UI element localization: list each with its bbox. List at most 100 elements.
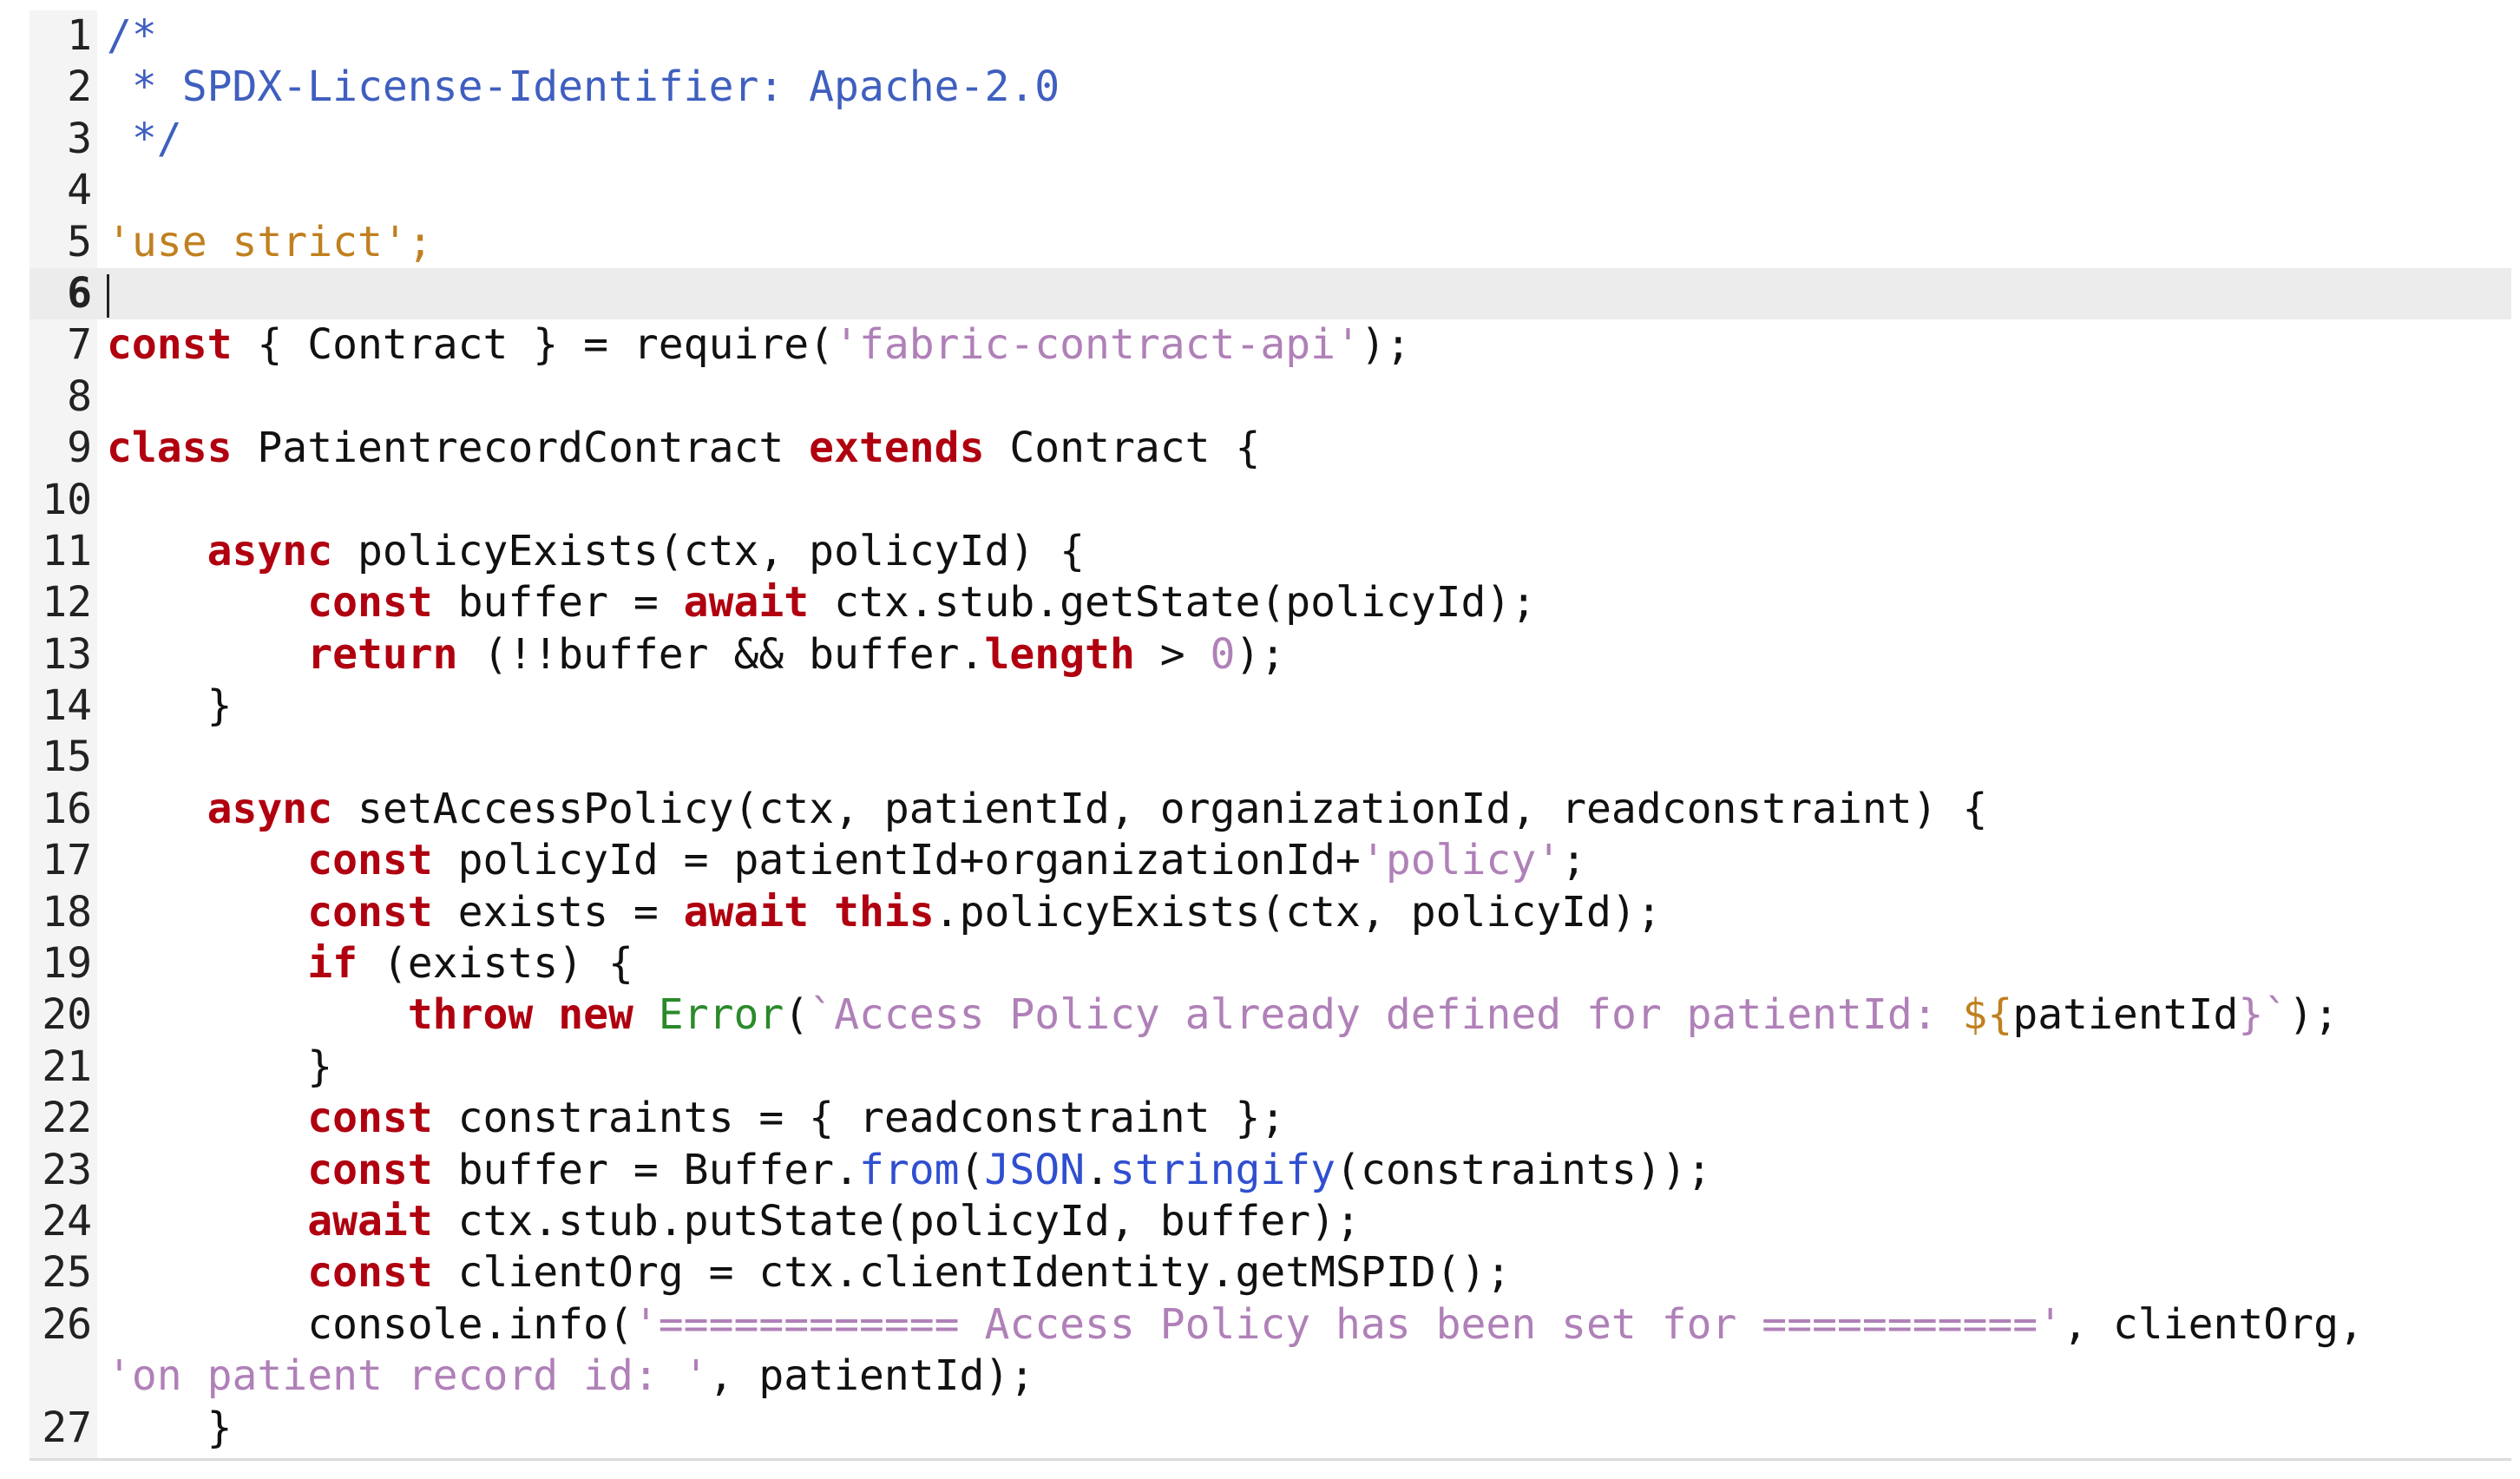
code-token: const (307, 836, 433, 884)
code-token (107, 578, 307, 627)
code-token: , patientId); (709, 1351, 1035, 1400)
code-line[interactable]: 9class PatientrecordContract extends Con… (30, 423, 2511, 474)
line-number: 7 (30, 319, 92, 371)
code-token: await (684, 578, 810, 627)
code-line[interactable]: 5'use strict'; (30, 217, 2511, 268)
code-line[interactable]: 'on patient record id: ', patientId); (30, 1351, 2511, 1402)
line-number: 4 (30, 165, 92, 216)
code-token: 'policy' (1361, 836, 1561, 884)
code-token: patientId (2012, 990, 2238, 1039)
line-code: async policyExists(ctx, policyId) { (107, 526, 1085, 577)
code-line[interactable]: 22 const constraints = { readconstraint … (30, 1093, 2511, 1144)
line-code: const { Contract } = require('fabric-con… (107, 319, 1411, 371)
code-token: console.info( (107, 1300, 633, 1349)
line-code: return (!!buffer && buffer.length > 0); (107, 629, 1285, 680)
line-code: /* (107, 10, 157, 62)
code-token: length (984, 630, 1134, 679)
line-code: } (107, 1042, 332, 1093)
code-line[interactable]: 16 async setAccessPolicy(ctx, patientId,… (30, 784, 2511, 835)
line-code: await ctx.stub.putState(policyId, buffer… (107, 1196, 1361, 1247)
line-number: 5 (30, 217, 92, 268)
code-token (107, 1197, 307, 1246)
code-token (107, 527, 207, 575)
code-token: const (307, 1248, 433, 1297)
code-token: extends (809, 424, 984, 472)
code-line[interactable]: 21 } (30, 1042, 2511, 1093)
code-line[interactable]: 20 throw new Error(`Access Policy alread… (30, 989, 2511, 1041)
code-token: (!!buffer && buffer. (458, 630, 985, 679)
code-token: await (684, 888, 810, 937)
line-number: 19 (30, 938, 92, 989)
code-token (107, 1146, 307, 1194)
code-line[interactable]: 27 } (30, 1403, 2511, 1454)
code-line[interactable]: 11 async policyExists(ctx, policyId) { (30, 526, 2511, 577)
code-token: ctx.stub.putState(policyId, buffer); (433, 1197, 1361, 1246)
code-token: if (307, 939, 358, 988)
code-token (633, 990, 659, 1039)
line-code (107, 268, 109, 319)
code-token: (exists) { (358, 939, 633, 988)
line-number: 14 (30, 680, 92, 732)
text-cursor (107, 274, 109, 318)
line-number: 15 (30, 732, 92, 783)
line-code: * SPDX-License-Identifier: Apache-2.0 (107, 62, 1060, 113)
line-number: 13 (30, 629, 92, 680)
line-number: 6 (30, 268, 92, 319)
code-lines[interactable]: 1 /*2 * SPDX-License-Identifier: Apache-2… (30, 10, 2511, 1454)
code-line[interactable]: 14 } (30, 680, 2511, 732)
code-token (107, 1094, 307, 1142)
line-code: class PatientrecordContract extends Cont… (107, 423, 1260, 474)
line-number: 26 (30, 1299, 92, 1351)
code-line[interactable]: 26 console.info('============ Access Pol… (30, 1299, 2511, 1351)
line-number: 1 (30, 10, 92, 62)
code-line[interactable]: 17 const policyId = patientId+organizati… (30, 835, 2511, 886)
code-line[interactable]: 2 * SPDX-License-Identifier: Apache-2.0 (30, 62, 2511, 113)
line-number: 22 (30, 1093, 92, 1144)
code-token: , clientOrg, (2063, 1300, 2364, 1349)
code-line[interactable]: 7 const { Contract } = require('fabric-co… (30, 319, 2511, 371)
code-line[interactable]: 8 (30, 371, 2511, 423)
line-code: } (107, 1403, 233, 1454)
code-token: throw (408, 990, 534, 1039)
code-line[interactable]: 1 /* (30, 10, 2511, 62)
code-token: const (307, 578, 433, 627)
code-line[interactable]: 19 if (exists) { (30, 938, 2511, 989)
code-token: } (107, 1403, 233, 1452)
code-line[interactable]: 18 const exists = await this.policyExist… (30, 887, 2511, 938)
code-token: async (207, 785, 333, 833)
code-token: (constraints)); (1335, 1146, 1711, 1194)
code-line[interactable]: 4 (30, 165, 2511, 216)
code-token: this (834, 888, 935, 937)
code-line[interactable]: 13 return (!!buffer && buffer.length > 0… (30, 629, 2511, 680)
line-code: throw new Error(`Access Policy already d… (107, 989, 2339, 1041)
current-line[interactable]: 6 (30, 268, 2511, 319)
code-token: } (107, 681, 233, 730)
code-token (107, 990, 408, 1039)
code-token: buffer = Buffer. (433, 1146, 859, 1194)
code-line[interactable]: 3 */ (30, 114, 2511, 165)
line-number: 3 (30, 114, 92, 165)
code-line[interactable]: 24 await ctx.stub.putState(policyId, buf… (30, 1196, 2511, 1247)
code-token (809, 888, 834, 937)
code-token: const (307, 888, 433, 937)
code-token: */ (107, 115, 182, 163)
code-token: ; (1561, 836, 1586, 884)
code-token: stringify (1110, 1146, 1335, 1194)
code-line[interactable]: 12 const buffer = await ctx.stub.getStat… (30, 577, 2511, 628)
code-line[interactable]: 23 const buffer = Buffer.from(JSON.strin… (30, 1145, 2511, 1196)
code-line[interactable]: 25 const clientOrg = ctx.clientIdentity.… (30, 1247, 2511, 1298)
code-line[interactable]: 15 (30, 732, 2511, 783)
code-token: buffer = (433, 578, 684, 627)
code-token: exists = (433, 888, 684, 937)
code-token: setAccessPolicy(ctx, patientId, organiza… (332, 785, 1987, 833)
line-number: 18 (30, 887, 92, 938)
code-editor[interactable]: 1 /*2 * SPDX-License-Identifier: Apache-2… (30, 10, 2511, 1461)
code-token: ); (2288, 990, 2339, 1039)
line-number: 17 (30, 835, 92, 886)
code-token: Error (659, 990, 784, 1039)
code-token: `Access Policy already defined for patie… (809, 990, 1962, 1039)
code-line[interactable]: 10 (30, 475, 2511, 526)
code-token: ctx.stub.getState(policyId); (809, 578, 1536, 627)
line-number: 27 (30, 1403, 92, 1454)
code-token: const (107, 320, 233, 369)
